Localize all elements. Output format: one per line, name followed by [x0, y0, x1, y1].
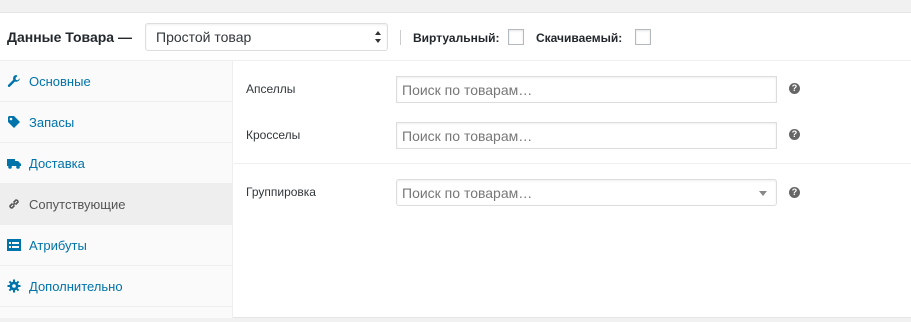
grouping-label: Группировка [246, 185, 316, 199]
tab-attributes-label: Атрибуты [29, 238, 87, 253]
tab-advanced[interactable]: Дополнительно [0, 266, 233, 307]
upsells-help-icon[interactable]: ? [789, 83, 800, 94]
header-separator [400, 30, 401, 45]
select-arrows-icon [375, 31, 381, 43]
panel-title: Данные Товара — [7, 29, 132, 45]
tab-inventory-label: Запасы [29, 115, 75, 130]
link-icon [9, 199, 19, 209]
grouping-select[interactable]: Поиск по товарам… [396, 179, 777, 206]
crosssells-label: Кросселы [246, 128, 301, 142]
tab-general[interactable]: Основные [0, 61, 233, 102]
downloadable-checkbox[interactable] [635, 29, 651, 45]
tab-general-label: Основные [29, 74, 91, 89]
tag-icon [8, 116, 20, 128]
list-icon [7, 239, 21, 251]
grouping-placeholder: Поиск по товарам… [402, 185, 533, 201]
tab-linked-products-label: Сопутствующие [29, 197, 126, 212]
product-data-tabs: Основные Запасы Доставка Сопутствующие А… [0, 61, 233, 318]
tab-shipping[interactable]: Доставка [0, 143, 233, 184]
crosssells-input[interactable]: Поиск по товарам… [396, 122, 777, 149]
gear-icon [7, 279, 21, 293]
tab-advanced-label: Дополнительно [29, 279, 123, 294]
upsells-label: Апселлы [246, 82, 296, 96]
upsells-input[interactable]: Поиск по товарам… [396, 76, 777, 103]
virtual-label: Виртуальный: [413, 31, 500, 45]
virtual-checkbox[interactable] [508, 29, 524, 45]
product-type-select[interactable]: Простой товар [145, 23, 388, 51]
product-type-value: Простой товар [156, 29, 252, 45]
tab-shipping-label: Доставка [29, 156, 85, 171]
grouping-help-icon[interactable]: ? [789, 187, 800, 198]
downloadable-label: Скачиваемый: [536, 31, 623, 45]
panel-header: Данные Товара — Простой товар Виртуальны… [0, 13, 911, 61]
wrench-icon [7, 75, 20, 87]
tab-inventory[interactable]: Запасы [0, 102, 233, 143]
tab-attributes[interactable]: Атрибуты [0, 225, 233, 266]
crosssells-help-icon[interactable]: ? [789, 129, 800, 140]
chevron-down-icon [759, 191, 767, 196]
product-data-panel: Данные Товара — Простой товар Виртуальны… [0, 12, 911, 318]
tab-linked-products[interactable]: Сопутствующие [0, 184, 233, 225]
truck-icon [7, 159, 21, 169]
section-divider [234, 163, 911, 164]
